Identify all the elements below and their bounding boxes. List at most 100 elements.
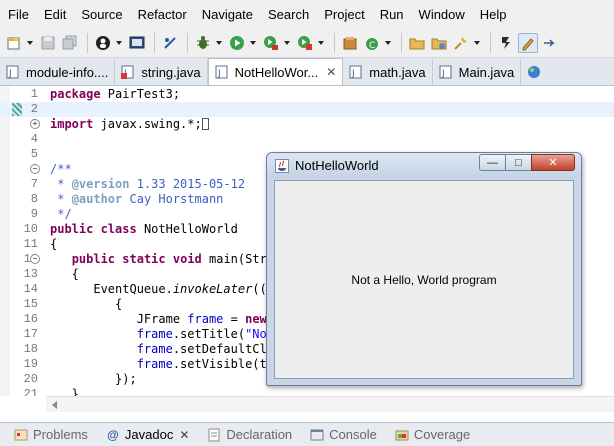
code-text: frame.setDefaultClo <box>136 342 274 356</box>
line-number: 4 <box>30 132 38 146</box>
console-icon <box>310 428 324 442</box>
toolbar-separator <box>154 32 155 53</box>
tab-javadoc[interactable]: @ Javadoc ✕ <box>106 427 189 442</box>
window-title-bar[interactable]: NotHelloWorld — □ ✕ <box>267 153 581 178</box>
line-number: 13 <box>23 267 38 281</box>
tab-declaration[interactable]: Declaration <box>207 427 292 442</box>
view-label: Problems <box>33 427 88 442</box>
menu-edit[interactable]: Edit <box>44 7 66 22</box>
line-number: 19 <box>23 357 38 371</box>
view-label: Declaration <box>226 427 293 442</box>
code-text: frame.setTitle("Not <box>136 327 274 341</box>
line-number: 14 <box>23 282 38 296</box>
new-java-project-icon[interactable] <box>340 33 360 53</box>
close-icon[interactable]: ✕ <box>326 65 336 79</box>
coverage-dropdown-icon[interactable] <box>283 33 291 53</box>
new-icon[interactable] <box>4 33 24 53</box>
code-text: }); <box>50 372 137 386</box>
code-text: * @version 1.33 2015-05-12 <box>50 177 246 191</box>
toggle-mark-occurrences-icon[interactable] <box>496 33 516 53</box>
line-number: 15 <box>23 297 38 311</box>
code-text: { <box>50 237 58 251</box>
save-icon[interactable] <box>38 33 58 53</box>
problems-icon <box>14 428 28 442</box>
external-tools-icon[interactable] <box>295 33 315 53</box>
menu-window[interactable]: Window <box>419 7 465 22</box>
open-task-icon[interactable] <box>429 33 449 53</box>
scroll-left-icon[interactable] <box>52 401 57 409</box>
close-button[interactable]: ✕ <box>531 154 575 171</box>
code-line[interactable]: 1 package PairTest3; <box>0 87 614 102</box>
view-label: Coverage <box>413 427 471 442</box>
code-text: EventQueue.invokeLater(() <box>50 282 274 296</box>
tab-coverage[interactable]: Coverage <box>395 427 470 442</box>
java-file-icon: J <box>215 65 229 79</box>
save-all-icon[interactable] <box>60 33 80 53</box>
minimize-button[interactable]: — <box>479 154 505 171</box>
new-class-icon[interactable]: C <box>362 33 382 53</box>
tab-label: string.java <box>141 64 201 80</box>
globe-icon <box>527 65 541 79</box>
new-class-dropdown-icon[interactable] <box>384 33 392 53</box>
maximize-button[interactable]: □ <box>505 154 531 171</box>
collapse-fold-icon[interactable]: − <box>30 164 40 174</box>
show-whitespace-icon[interactable] <box>540 33 560 53</box>
menu-navigate[interactable]: Navigate <box>202 7 253 22</box>
skip-breakpoints-icon[interactable] <box>160 33 180 53</box>
menu-run[interactable]: Run <box>380 7 404 22</box>
java-app-icon <box>275 158 289 173</box>
tab-nothelloworld[interactable]: J NotHelloWor... ✕ <box>207 58 344 85</box>
code-line[interactable]: 2 <box>0 102 614 117</box>
run-icon[interactable] <box>227 33 247 53</box>
window-controls: — □ ✕ <box>479 154 575 171</box>
new-dropdown-icon[interactable] <box>26 33 34 53</box>
external-tools-dropdown-icon[interactable] <box>317 33 325 53</box>
svg-text:J: J <box>441 69 445 79</box>
terminal-icon[interactable] <box>127 33 147 53</box>
view-label: Javadoc <box>124 427 174 442</box>
search-dropdown-icon[interactable] <box>473 33 481 53</box>
menu-search[interactable]: Search <box>268 7 309 22</box>
collapse-fold-icon[interactable]: − <box>30 254 40 264</box>
svg-text:J: J <box>8 69 12 79</box>
menu-source[interactable]: Source <box>81 7 122 22</box>
menu-help[interactable]: Help <box>480 7 507 22</box>
code-text: public static void main(Stri <box>71 252 275 266</box>
window-content: Not a Hello, World program <box>274 180 574 379</box>
code-text: public class NotHelloWorld <box>50 222 238 236</box>
run-dropdown-icon[interactable] <box>249 33 257 53</box>
tab-label: math.java <box>369 64 426 80</box>
open-type-icon[interactable] <box>407 33 427 53</box>
change-marker-icon <box>12 103 22 116</box>
horizontal-scrollbar[interactable] <box>46 396 614 412</box>
toolbar-separator <box>87 32 88 53</box>
expand-fold-icon[interactable]: + <box>30 119 40 129</box>
menu-file[interactable]: File <box>8 7 29 22</box>
tab-problems[interactable]: Problems <box>14 427 88 442</box>
tab-main-java[interactable]: J Main.java <box>433 59 522 85</box>
code-line[interactable]: 21 } <box>0 387 614 396</box>
search-icon[interactable] <box>451 33 471 53</box>
coverage-run-icon[interactable] <box>261 33 281 53</box>
tab-math-java[interactable]: J math.java <box>343 59 433 85</box>
declaration-icon <box>207 428 221 442</box>
menu-bar: File Edit Source Refactor Navigate Searc… <box>0 0 614 28</box>
debug-icon[interactable] <box>193 33 213 53</box>
toggle-breadcrumb-icon[interactable] <box>518 32 538 53</box>
window-message: Not a Hello, World program <box>351 272 497 287</box>
code-line[interactable]: 4 <box>0 132 614 147</box>
toolbar-separator <box>490 32 491 53</box>
tab-label: module-info.... <box>26 64 109 80</box>
menu-refactor[interactable]: Refactor <box>138 7 187 22</box>
perspective-dropdown-icon[interactable] <box>115 33 123 53</box>
perspective-icon[interactable] <box>93 33 113 53</box>
nothelloworld-window[interactable]: NotHelloWorld — □ ✕ Not a Hello, World p… <box>266 152 582 386</box>
code-line[interactable]: 3+import javax.swing.*; <box>0 117 614 132</box>
debug-dropdown-icon[interactable] <box>215 33 223 53</box>
tab-string-java[interactable]: J string.java <box>115 59 208 85</box>
menu-project[interactable]: Project <box>324 7 364 22</box>
tab-overflow[interactable] <box>521 59 553 85</box>
tab-console[interactable]: Console <box>310 427 377 442</box>
tab-module-info[interactable]: J module-info.... <box>0 59 116 85</box>
close-icon[interactable]: ✕ <box>179 428 189 442</box>
